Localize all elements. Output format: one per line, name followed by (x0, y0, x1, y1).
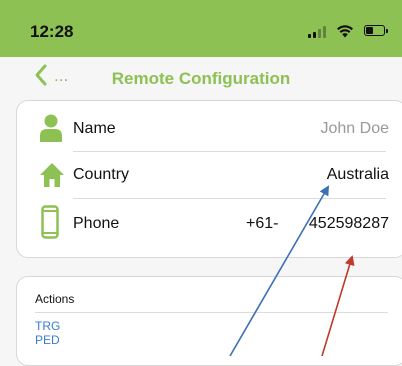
phone-row: Phone +61- 452598287 (17, 199, 402, 249)
action-trg-link[interactable]: TRG (35, 319, 60, 333)
status-icons (298, 24, 388, 38)
country-label: Country (73, 166, 130, 183)
house-icon (40, 163, 64, 187)
phone-prefix[interactable]: +61- (246, 215, 278, 233)
status-bar: 12:28 (0, 0, 402, 57)
contact-info-card: Name John Doe Country Australia Phone +6… (16, 100, 402, 258)
phone-number[interactable]: 452598287 (309, 215, 389, 233)
smartphone-icon (41, 205, 59, 239)
actions-card: Actions TRG PED (16, 276, 402, 366)
page-title: Remote Configuration (111, 69, 291, 88)
name-value[interactable]: John Doe (321, 120, 390, 138)
phone-label: Phone (73, 215, 120, 232)
battery-icon (364, 25, 388, 36)
actions-title: Actions (35, 292, 75, 306)
name-label: Name (73, 120, 116, 137)
country-row: Country Australia (17, 151, 402, 201)
cellular-signal-icon (308, 26, 328, 38)
actions-divider (35, 312, 388, 313)
navigation-bar: ... Remote Configuration (0, 57, 402, 99)
name-row: Name John Doe (17, 105, 402, 155)
wifi-icon (337, 25, 353, 38)
action-ped-link[interactable]: PED (35, 333, 60, 347)
country-value[interactable]: Australia (327, 166, 389, 184)
person-icon (40, 114, 62, 142)
status-time: 12:28 (30, 22, 74, 41)
